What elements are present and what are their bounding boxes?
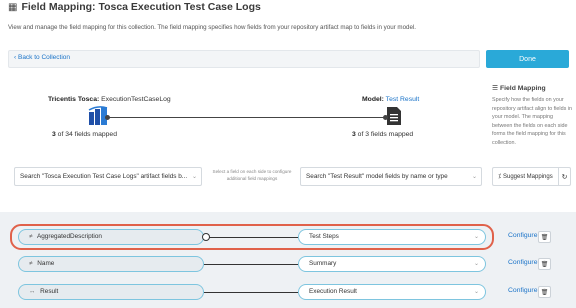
source-field-search[interactable]: Search "Tosca Execution Test Case Logs" … — [14, 167, 202, 186]
refresh-icon: ↻ — [561, 173, 568, 181]
chevron-left-icon: ‹ — [14, 54, 17, 61]
mapping-icon: ▦ — [8, 1, 18, 13]
trash-icon: 🗑 — [540, 261, 549, 268]
page-title-text: Field Mapping: Tosca Execution Test Case… — [21, 1, 261, 13]
refresh-button[interactable]: ↻ — [558, 167, 571, 186]
trash-icon: 🗑 — [540, 289, 549, 296]
target-field-search[interactable]: Search "Test Result" model fields by nam… — [300, 167, 482, 186]
configure-link[interactable]: Configure — [508, 232, 537, 239]
page-description: View and manage the field mapping for th… — [8, 24, 417, 31]
field-type-icon: ≠ — [29, 233, 33, 240]
suggest-label: Suggest Mappings — [503, 173, 553, 180]
page-title: ▦ Field Mapping: Tosca Execution Test Ca… — [8, 0, 261, 14]
back-bar: ‹ Back to Collection — [8, 50, 480, 68]
source-target-connector — [109, 117, 385, 118]
done-button[interactable]: Done — [486, 50, 569, 68]
back-label: Back to Collection — [17, 54, 71, 61]
target-field-count: 3 of 3 fields mapped — [352, 131, 413, 138]
configure-link[interactable]: Configure — [508, 287, 537, 294]
source-field-pill[interactable]: ↔ Result — [18, 284, 204, 300]
back-to-collection-link[interactable]: ‹ Back to Collection — [14, 54, 70, 61]
top-panel — [0, 0, 576, 220]
chevron-down-icon: ⌄ — [473, 289, 479, 295]
source-field-count: 3 of 34 fields mapped — [52, 131, 117, 138]
field-type-icon: ↔ — [29, 288, 36, 295]
target-field-name: Test Steps — [309, 233, 339, 240]
source-artifact: ExecutionTestCaseLog — [101, 96, 171, 103]
connector-end-dot — [383, 115, 388, 120]
source-field-pill[interactable]: ≠ AggregatedDescription — [18, 229, 204, 245]
source-field-name: Name — [37, 260, 55, 267]
target-field-select[interactable]: Summary ⌄ — [298, 256, 486, 272]
help-text: Specify how the fields on your repositor… — [492, 97, 572, 146]
mapping-connector — [204, 292, 298, 293]
source-mapped-number: 3 — [52, 131, 56, 138]
source-search-placeholder: Search "Tosca Execution Test Case Logs" … — [20, 173, 188, 180]
target-title: Model: Test Result — [362, 96, 419, 103]
target-search-placeholder: Search "Test Result" model fields by nam… — [306, 173, 448, 180]
source-title: Tricentis Tosca: ExecutionTestCaseLog — [48, 96, 171, 103]
target-count-text: of 3 fields mapped — [357, 131, 414, 138]
source-count-text: of 34 fields mapped — [57, 131, 117, 138]
chevron-down-icon: ⌄ — [191, 174, 197, 180]
chevron-down-icon: ⌄ — [473, 261, 479, 267]
connector-node-icon[interactable] — [202, 233, 210, 241]
magic-wand-icon: ⁒ — [498, 174, 501, 180]
target-label: Model: — [362, 96, 384, 103]
trash-icon: 🗑 — [540, 234, 549, 241]
source-field-pill[interactable]: ≠ Name — [18, 256, 204, 272]
document-icon — [387, 107, 401, 125]
chevron-down-icon: ⌄ — [473, 234, 479, 240]
target-field-name: Execution Result — [309, 288, 357, 295]
target-field-select[interactable]: Execution Result ⌄ — [298, 284, 486, 300]
target-field-name: Summary — [309, 260, 337, 267]
target-field-select[interactable]: Test Steps ⌄ — [298, 229, 486, 245]
list-icon: ☰ — [492, 85, 499, 92]
configure-link[interactable]: Configure — [508, 259, 537, 266]
source-field-name: Result — [40, 288, 59, 295]
target-mapped-number: 3 — [352, 131, 356, 138]
source-field-name: AggregatedDescription — [36, 233, 102, 240]
search-hint: Select a field on each side to configure… — [212, 169, 292, 181]
delete-mapping-button[interactable]: 🗑 — [538, 231, 551, 243]
chevron-down-icon: ⌄ — [471, 174, 477, 180]
mapping-connector — [206, 237, 298, 238]
mapping-connector — [204, 264, 298, 265]
target-model-link[interactable]: Test Result — [386, 96, 420, 103]
delete-mapping-button[interactable]: 🗑 — [538, 258, 551, 270]
suggest-mappings-button[interactable]: ⁒ Suggest Mappings — [492, 167, 558, 186]
field-type-icon: ≠ — [29, 260, 33, 267]
delete-mapping-button[interactable]: 🗑 — [538, 286, 551, 298]
source-system: Tricentis Tosca: — [48, 96, 100, 103]
help-heading: ☰ Field Mapping — [492, 85, 546, 92]
